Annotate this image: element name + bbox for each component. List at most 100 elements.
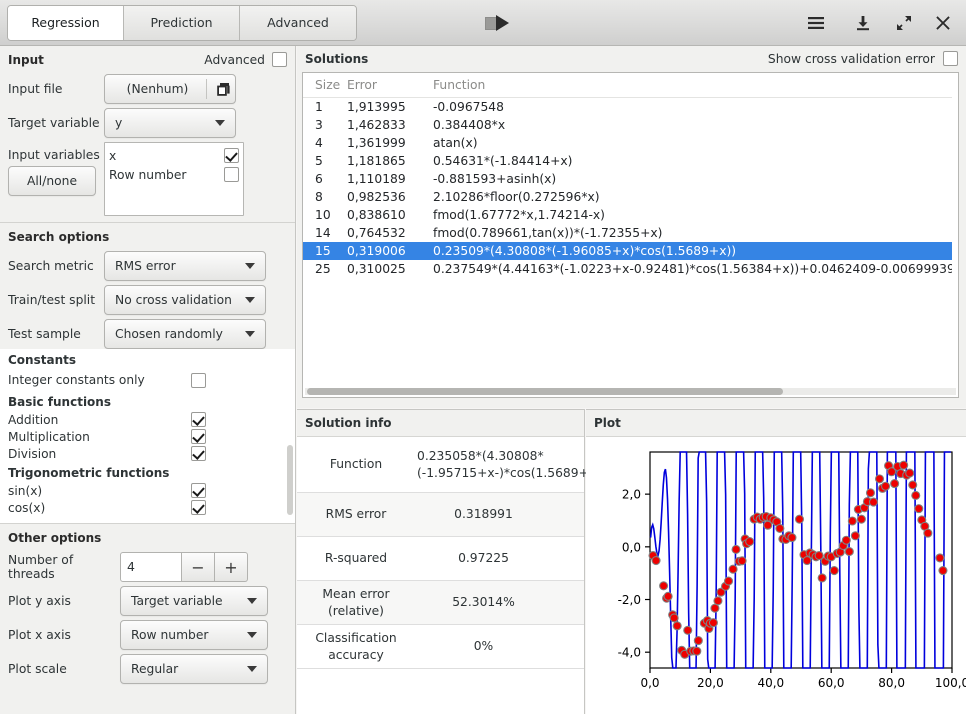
close-button[interactable] [929, 9, 957, 37]
chevron-down-icon [245, 331, 255, 337]
function-checkbox[interactable] [191, 412, 206, 427]
scrollbar-thumb[interactable] [287, 445, 293, 515]
advanced-checkbox[interactable] [272, 52, 287, 67]
list-item[interactable]: Row number [109, 165, 239, 184]
cell-function: -0.881593+asinh(x) [433, 172, 557, 186]
cell-error: 0,838610 [347, 208, 406, 222]
train-test-split-select[interactable]: No cross validation [104, 285, 266, 315]
function-checkbox[interactable] [191, 429, 206, 444]
cell-error: 1,181865 [347, 154, 406, 168]
cell-error: 0,764532 [347, 226, 406, 240]
variable-checkbox[interactable] [224, 148, 239, 163]
function-checkbox[interactable] [191, 446, 206, 461]
run-button[interactable] [488, 9, 516, 37]
search-metric-select[interactable]: RMS error [104, 251, 266, 281]
integer-constants-label: Integer constants only [8, 373, 145, 387]
list-item[interactable]: x [109, 146, 239, 165]
input-variables-list[interactable]: x Row number [104, 142, 244, 216]
functions-section[interactable]: Constants Integer constants only Basic f… [0, 349, 295, 523]
tab-regression[interactable]: Regression [8, 6, 124, 40]
solutions-vertical-scrollbar[interactable] [952, 73, 958, 388]
column-header-function[interactable]: Function [433, 73, 958, 98]
download-button[interactable] [849, 9, 877, 37]
table-row[interactable]: 14 0,764532 fmod(0.789661,tan(x))*(-1.7235… [303, 224, 958, 242]
table-row[interactable]: 4 1,361999 atan(x) [303, 134, 958, 152]
cross-validation-toggle-group[interactable]: Show cross validation error [768, 51, 958, 66]
function-row-multiplication[interactable]: Multiplication [0, 428, 295, 445]
cell-error: 1,462833 [347, 118, 406, 132]
advanced-toggle-group[interactable]: Advanced [204, 52, 287, 67]
column-header-error[interactable]: Error [347, 73, 433, 98]
data-point [899, 460, 909, 470]
copy-files-icon[interactable] [211, 82, 235, 97]
menu-button[interactable] [802, 9, 830, 37]
plot-scale-select[interactable]: Regular [120, 654, 268, 684]
plot-canvas[interactable]: 2,0 0,0 -2,0 -4,0 0,0 20,0 40,0 60,0 80,0 100,0 [586, 438, 966, 714]
table-row[interactable]: 10 0,838610 fmod(1.67772*x,1.74214-x) [303, 206, 958, 224]
integer-constants-checkbox[interactable] [191, 372, 206, 388]
solutions-table-container[interactable]: Size Error Function 1 1,913995 -0.0967548 3… [302, 72, 959, 398]
function-row-sin[interactable]: sin(x) [0, 482, 295, 499]
plot-x-axis-row: Plot x axis Row number [0, 618, 295, 652]
top-toolbar: Regression Prediction Advanced [0, 0, 966, 46]
function-label: Multiplication [8, 429, 90, 444]
data-point [794, 514, 805, 524]
function-checkbox[interactable] [191, 483, 206, 498]
advanced-label: Advanced [204, 52, 265, 67]
integer-constants-row[interactable]: Integer constants only [0, 369, 295, 391]
test-sample-select[interactable]: Chosen randomly [104, 319, 266, 349]
table-row[interactable]: 3 1,462833 0.384408*x [303, 116, 958, 134]
plot-x-axis-select[interactable]: Row number [120, 620, 268, 650]
threads-stepper[interactable]: 4 − + [120, 552, 248, 582]
tab-prediction[interactable]: Prediction [124, 6, 240, 40]
threads-decrement-button[interactable]: − [182, 552, 215, 582]
solutions-horizontal-scrollbar[interactable] [305, 388, 956, 395]
table-row[interactable]: 1 1,913995 -0.0967548 [303, 98, 958, 117]
cell-size: 3 [315, 118, 323, 132]
plot-y-axis-select[interactable]: Target variable [120, 586, 268, 616]
info-value: 0.235058*(4.30808*(-1.95715+x-)*cos(1.56… [417, 448, 606, 480]
cell-function: atan(x) [433, 136, 478, 150]
scrollbar-thumb[interactable] [307, 388, 783, 395]
functions-scrollbar[interactable] [287, 349, 293, 523]
table-row[interactable]: 6 1,110189 -0.881593+asinh(x) [303, 170, 958, 188]
threads-increment-button[interactable]: + [215, 552, 248, 582]
cell-size: 15 [303, 242, 347, 260]
table-header-row: Size Error Function [303, 73, 958, 98]
table-row[interactable]: 25 0,310025 0.237549*(4.44163*(-1.0223+x-0… [303, 260, 958, 278]
table-row[interactable]: 8 0,982536 2.10286*floor(0.272596*x) [303, 188, 958, 206]
data-point [911, 490, 921, 501]
variable-checkbox[interactable] [224, 167, 239, 182]
threads-input[interactable]: 4 [120, 552, 182, 582]
data-point [787, 533, 797, 543]
y-axis-tick-label: -2,0 [618, 593, 641, 607]
chevron-down-icon [247, 598, 257, 604]
cell-error: 0,310025 [347, 262, 406, 276]
tab-advanced[interactable]: Advanced [240, 6, 356, 40]
plot-scale-row: Plot scale Regular [0, 652, 295, 686]
input-file-row: Input file (Nenhum) [0, 72, 295, 106]
plot-scale-label: Plot scale [8, 662, 67, 676]
plot-y-axis-row: Plot y axis Target variable [0, 584, 295, 618]
cell-error: 0,982536 [347, 190, 406, 204]
function-row-division[interactable]: Division [0, 445, 295, 462]
input-file-button[interactable]: (Nenhum) [104, 74, 236, 104]
plot-x-axis-value: Row number [131, 628, 209, 642]
function-row-cos[interactable]: cos(x) [0, 499, 295, 516]
table-row[interactable]: 5 1,181865 0.54631*(-1.84414+x) [303, 152, 958, 170]
column-header-size[interactable]: Size [303, 73, 347, 98]
all-none-button[interactable]: All/none [8, 166, 96, 196]
info-row: Mean error (relative) 52.3014% [297, 581, 584, 625]
maximize-button[interactable] [890, 9, 918, 37]
function-checkbox[interactable] [191, 500, 206, 515]
table-row[interactable]: 15 0,319006 0.23509*(4.30808*(-1.96085+x)*… [303, 242, 958, 260]
cross-validation-checkbox[interactable] [943, 51, 958, 66]
function-row-addition[interactable]: Addition [0, 411, 295, 428]
solutions-table: Size Error Function 1 1,913995 -0.0967548 3… [303, 73, 958, 278]
target-variable-select[interactable]: y [104, 108, 236, 138]
data-point [731, 544, 741, 555]
cell-error: 1,110189 [347, 172, 406, 186]
x-axis-tick-label: 60,0 [818, 676, 845, 690]
cell-error: 1,361999 [347, 136, 406, 150]
plot-panel: Plot 2,0 0,0 -2,0 -4,0 0,0 20,0 40,0 60,0 80,0 10… [586, 409, 966, 714]
